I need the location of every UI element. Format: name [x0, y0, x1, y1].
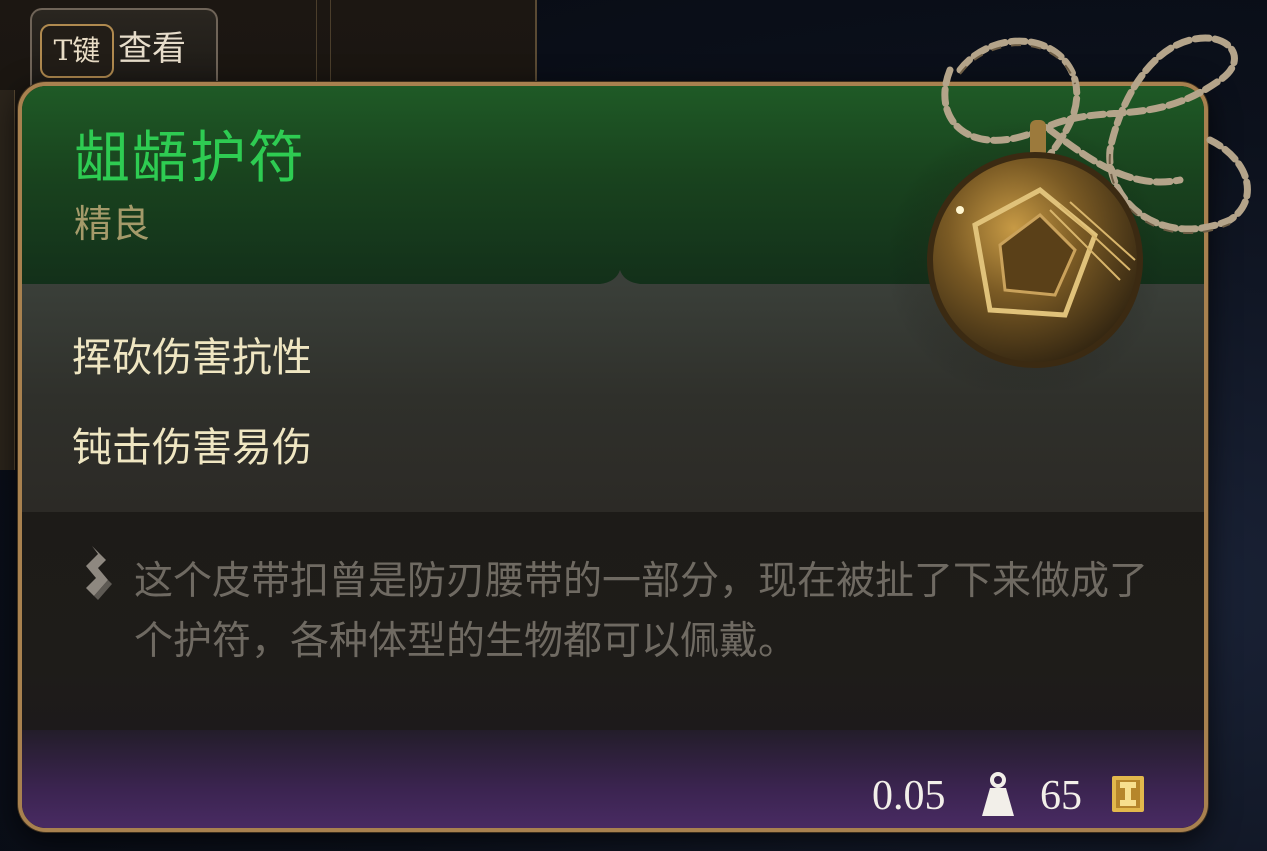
panel-edge — [0, 90, 15, 470]
weight-icon — [982, 772, 1014, 816]
scroll-icon — [86, 546, 112, 600]
item-rarity: 精良 — [74, 202, 151, 246]
t-key-cap: T键 — [40, 24, 114, 78]
divider-ornament — [600, 270, 640, 284]
inspect-label: 查看 — [118, 29, 186, 69]
amulet-icon — [890, 34, 1251, 390]
item-description-section: 这个皮带扣曾是防刃腰带的一部分，现在被扯了下来做成了个护符，各种体型的生物都可以… — [22, 512, 1204, 730]
background-glyph — [0, 470, 30, 530]
item-weight: 0.05 — [872, 773, 946, 819]
property-bludgeoning-vulnerability: 钝击伤害易伤 — [72, 425, 312, 471]
tooltip-footer: 0.05 65 — [22, 730, 1204, 828]
item-name: 龃龉护符 — [74, 126, 306, 191]
game-screen: T键 查看 龃龉护符 精良 挥砍伤害抗性 钝击伤害易伤 这个皮带扣曾是防刃腰带的… — [0, 0, 1267, 851]
gold-coin-icon — [1112, 776, 1144, 812]
inspect-key-prompt[interactable]: T键 查看 — [30, 8, 218, 86]
item-value: 65 — [1040, 773, 1082, 819]
panel-divider — [316, 0, 317, 90]
property-slashing-resistance: 挥砍伤害抗性 — [72, 335, 312, 381]
panel-divider — [330, 0, 331, 90]
item-description: 这个皮带扣曾是防刃腰带的一部分，现在被扯了下来做成了个护符，各种体型的生物都可以… — [134, 559, 1149, 664]
